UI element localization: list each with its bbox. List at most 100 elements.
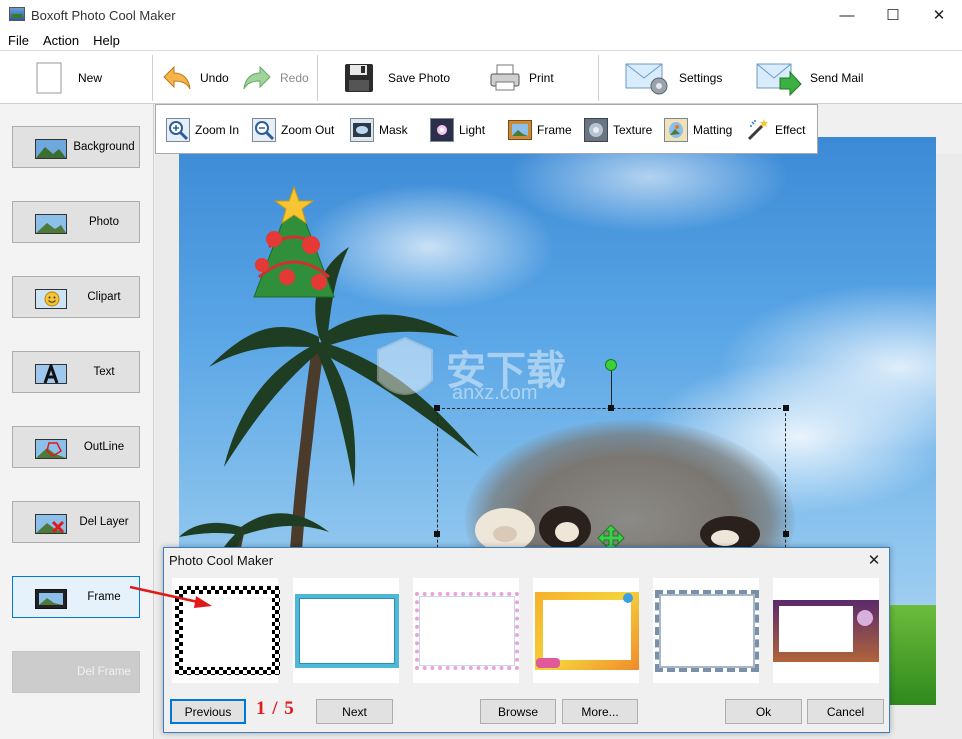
outline-label: OutLine [83,441,125,453]
watermark-url: anxz.com [452,382,538,404]
save-photo-button[interactable]: Save Photo [344,59,450,97]
light-label: Light [459,123,486,137]
clipart-label: Clipart [87,291,121,303]
texture-icon [584,118,608,142]
resize-handle-n[interactable] [608,405,614,411]
tools-toolbar: Zoom In Zoom Out Mask Light Frame Textur… [155,104,818,154]
del-frame-button[interactable]: Del Frame [12,651,140,693]
dialog-close-button[interactable]: ✕ [863,549,885,571]
zoom-out-button[interactable]: Zoom Out [252,118,334,142]
matting-button[interactable]: Matting [664,118,732,142]
frame-thumbnail[interactable] [773,578,879,683]
redo-button[interactable]: Redo [242,59,309,97]
cancel-button[interactable]: Cancel [807,699,884,724]
resize-handle-ne[interactable] [783,405,789,411]
mask-icon [350,118,374,142]
new-button[interactable]: New [36,59,102,97]
del-layer-button[interactable]: Del Layer [12,501,140,543]
send-mail-button[interactable]: Send Mail [756,59,863,97]
outline-button[interactable]: OutLine [12,426,140,468]
landscape-picture-icon [35,139,67,159]
selection-box[interactable] [437,408,786,568]
browse-button[interactable]: Browse [480,699,556,724]
main-toolbar: New Undo Redo Save Photo Print Settings … [0,50,962,104]
frame-thumbnail[interactable] [413,578,519,683]
frame-label: Frame [87,591,121,603]
rotation-line [611,366,612,408]
watermark-shield-icon [377,336,433,395]
frame-thumbnail[interactable] [653,578,759,683]
print-label: Print [529,71,554,85]
frame-thumbnail[interactable] [293,578,399,683]
maximize-button[interactable]: ☐ [870,0,916,30]
clipart-smiley-icon [35,289,67,309]
undo-arrow-icon [163,65,191,90]
save-photo-label: Save Photo [388,71,451,85]
effect-button[interactable]: Effect [746,118,805,142]
printer-icon [490,64,520,91]
minimize-button[interactable]: — [824,0,870,30]
frame-tool-label: Frame [537,123,572,137]
zoom-out-icon [252,118,276,142]
frame-thumbnail[interactable] [172,578,280,683]
resize-handle-w[interactable] [434,531,440,537]
undo-button[interactable]: Undo [162,59,229,97]
next-button[interactable]: Next [316,699,393,724]
ok-button[interactable]: Ok [725,699,802,724]
resize-handle-nw[interactable] [434,405,440,411]
mask-label: Mask [379,123,408,137]
clipart-button[interactable]: Clipart [12,276,140,318]
matting-icon [664,118,688,142]
redo-label: Redo [280,71,309,85]
delete-layer-icon [35,514,67,534]
more-button[interactable]: More... [562,699,638,724]
menu-file[interactable]: File [8,30,29,50]
light-button[interactable]: Light [430,118,485,142]
page-indicator: 1 / 5 [256,698,295,719]
menu-action[interactable]: Action [43,30,79,50]
magic-wand-icon [747,119,768,141]
photo-button[interactable]: Photo [12,201,140,243]
toolbar-divider [598,55,599,101]
floppy-disk-icon [345,64,373,92]
previous-button[interactable]: Previous [170,699,246,724]
frame-thumbnail[interactable] [533,578,639,683]
frame-icon [35,589,67,609]
effect-label: Effect [775,123,806,137]
toolbar-divider [152,55,153,101]
new-label: New [78,71,103,85]
del-frame-label: Del Frame [77,666,131,678]
mask-button[interactable]: Mask [350,118,408,142]
background-label: Background [73,141,135,153]
new-document-icon [36,62,62,94]
send-mail-icon [756,63,802,96]
zoom-in-button[interactable]: Zoom In [166,118,239,142]
send-mail-label: Send Mail [810,71,864,85]
settings-button[interactable]: Settings [625,59,722,97]
menu-help[interactable]: Help [93,30,120,50]
background-button[interactable]: Background [12,126,140,168]
frame-button[interactable]: Frame [12,576,140,618]
frame-tool-button[interactable]: Frame [508,118,572,142]
text-button[interactable]: Text [12,351,140,393]
zoom-out-label: Zoom Out [281,123,335,137]
window-title: Boxoft Photo Cool Maker [31,8,176,23]
texture-button[interactable]: Texture [584,118,652,142]
settings-envelope-gear-icon [625,63,668,95]
title-bar: Boxoft Photo Cool Maker — ☐ ✕ [0,0,962,30]
close-button[interactable]: ✕ [916,0,962,30]
print-button[interactable]: Print [489,59,554,97]
photo-label: Photo [88,216,120,228]
texture-label: Texture [613,123,653,137]
rotation-handle[interactable] [605,359,617,371]
text-letter-a-icon [35,364,67,384]
text-label: Text [93,366,115,378]
light-icon [430,118,454,142]
outline-icon [35,439,67,459]
zoom-in-icon [166,118,190,142]
matting-label: Matting [693,123,733,137]
del-layer-label: Del Layer [79,516,129,528]
menu-bar: File Action Help [0,30,962,50]
toolbar-divider [317,55,318,101]
resize-handle-e[interactable] [783,531,789,537]
